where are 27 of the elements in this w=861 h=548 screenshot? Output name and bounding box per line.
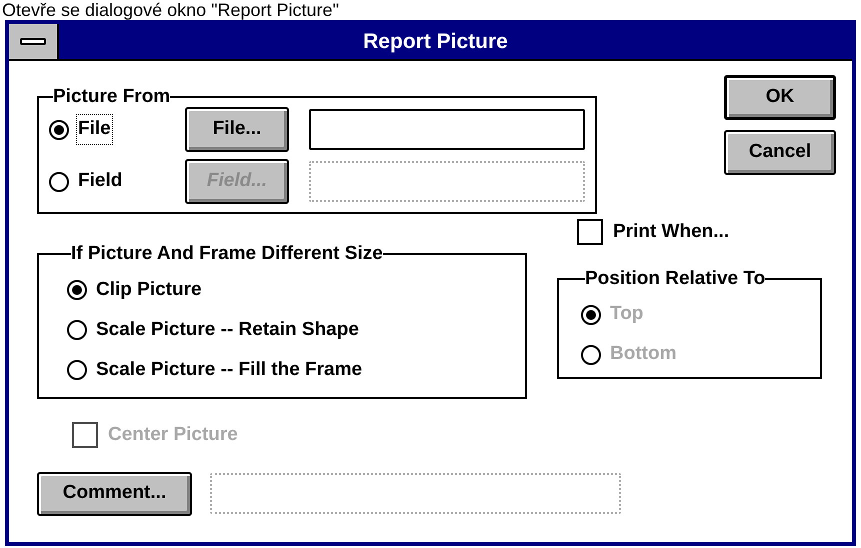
window-title: Report Picture xyxy=(362,28,509,55)
radio-button[interactable] xyxy=(67,360,87,380)
caption-text: Otevře se dialogové okno "Report Picture" xyxy=(1,0,340,20)
push-button[interactable]: OK xyxy=(724,75,836,120)
radio-button[interactable] xyxy=(49,172,69,192)
radio-label: Field xyxy=(77,169,124,194)
radio-label: Bottom xyxy=(609,342,678,366)
radio-button[interactable] xyxy=(67,280,87,300)
radio-label: Scale Picture -- Fill the Frame xyxy=(95,358,364,382)
push-button[interactable]: Cancel xyxy=(724,130,836,175)
push-button[interactable]: File... xyxy=(185,107,289,152)
group-title: Position Relative To xyxy=(585,268,766,288)
dash-icon xyxy=(20,38,46,45)
group-title: If Picture And Frame Different Size xyxy=(71,244,383,264)
radio-button[interactable] xyxy=(49,120,69,140)
checkbox-label: Center Picture xyxy=(108,423,238,447)
radio-label: Top xyxy=(609,302,644,326)
radio-label: Scale Picture -- Retain Shape xyxy=(95,318,360,342)
input-field[interactable] xyxy=(309,109,585,150)
checkbox[interactable] xyxy=(577,219,603,246)
radio-label: File xyxy=(77,115,112,144)
group-title: Picture From xyxy=(53,87,170,107)
radio-label: Clip Picture xyxy=(95,278,203,302)
push-button[interactable]: Comment... xyxy=(37,472,192,516)
checkbox-label: Print When... xyxy=(613,220,730,244)
system-menu-button[interactable] xyxy=(9,24,59,59)
radio-button[interactable] xyxy=(67,320,87,340)
